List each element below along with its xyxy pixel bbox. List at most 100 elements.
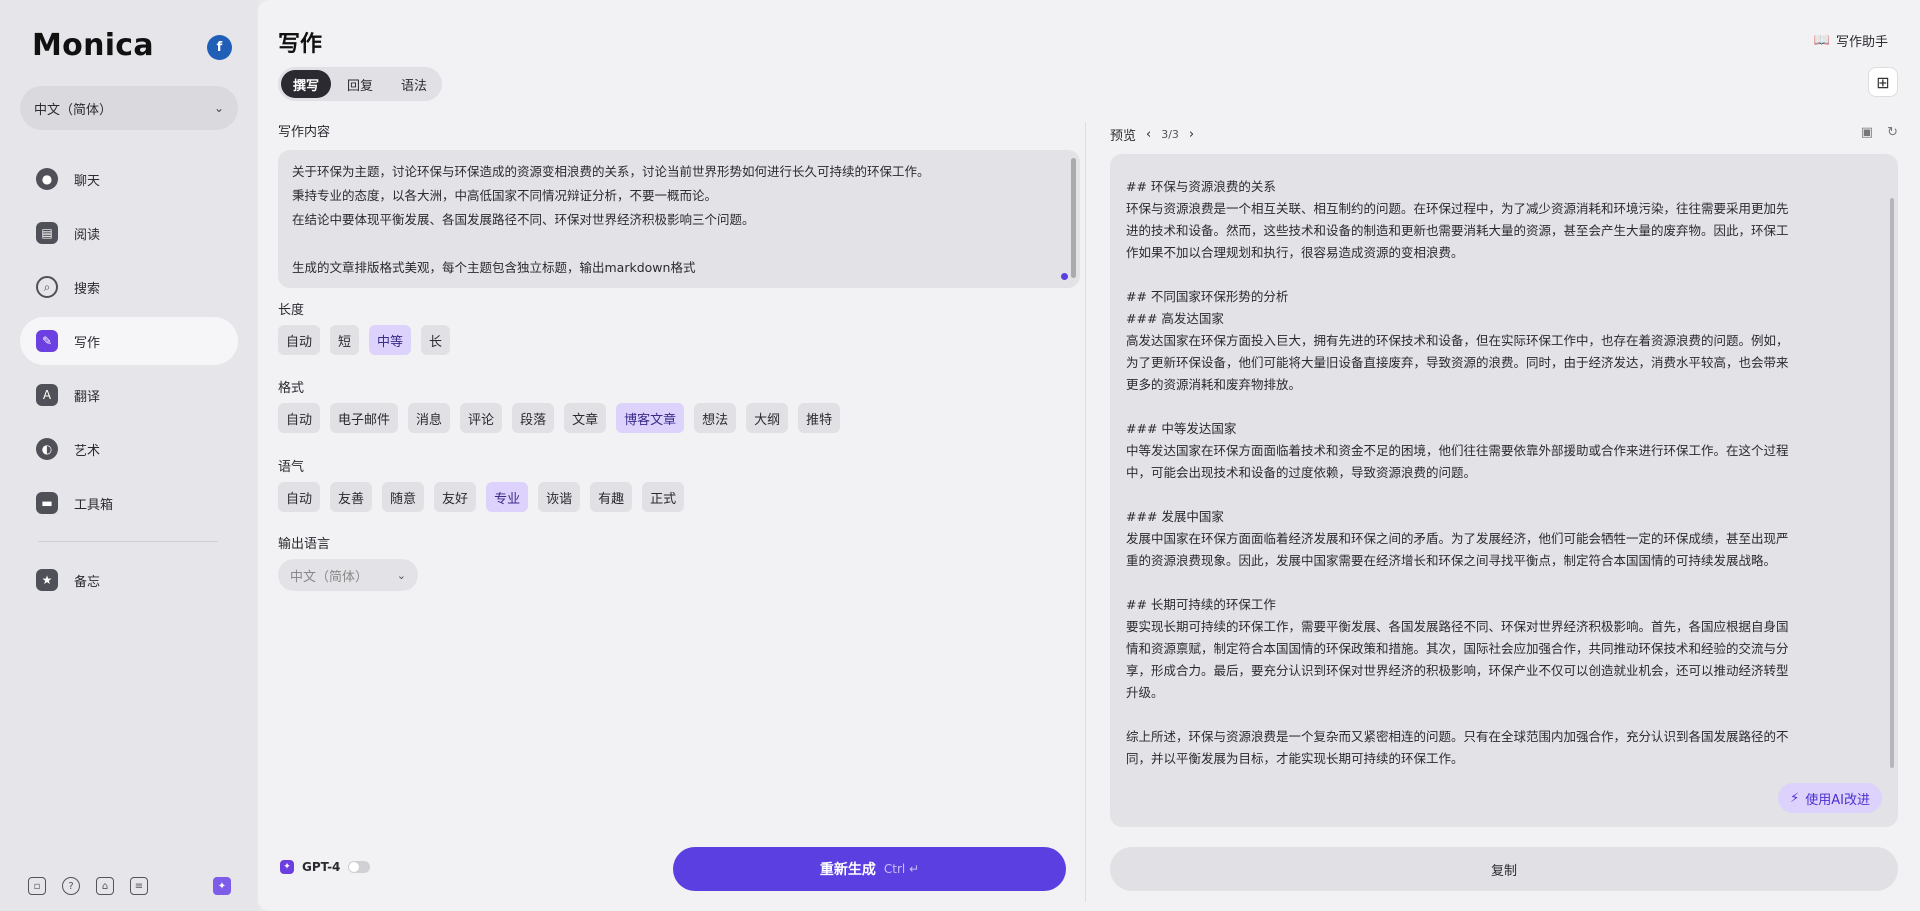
sidebar-item-label: 备忘 xyxy=(74,574,101,590)
tone-kind[interactable]: 友善 xyxy=(330,482,373,512)
tone-formal[interactable]: 正式 xyxy=(642,482,685,512)
format-blog-post[interactable]: 博客文章 xyxy=(616,403,685,433)
sidebar-nav: ● 聊天 ▤ 阅读 ⌕ 搜索 ✎ 写作 A 翻译 ◐ 艺术 ▬ 工具箱 ★ 备忘 xyxy=(20,155,238,610)
format-outline[interactable]: 大纲 xyxy=(746,403,789,433)
save-icon[interactable]: ▣ xyxy=(1861,125,1873,140)
length-medium[interactable]: 中等 xyxy=(369,325,412,355)
tone-auto[interactable]: 自动 xyxy=(278,482,321,512)
sidebar-item-chat[interactable]: ● 聊天 xyxy=(20,155,238,203)
sidebar-item-memo[interactable]: ★ 备忘 xyxy=(20,556,238,604)
sidebar-footer: ▫ ? ⌂ ≡ xyxy=(28,877,148,895)
format-comment[interactable]: 评论 xyxy=(460,403,503,433)
preview-line: 重的资源浪费现象。因此，发展中国家需要在经济增长和环保之间寻找平衡点，制定符合本… xyxy=(1126,553,1777,568)
format-email[interactable]: 电子邮件 xyxy=(330,403,399,433)
preview-line xyxy=(1126,484,1870,506)
sidebar-item-toolbox[interactable]: ▬ 工具箱 xyxy=(20,479,238,527)
preview-line: 要实现长期可持续的环保工作，需要平衡发展、各国发展路径不同、环保对世界经济积极影… xyxy=(1126,619,1789,634)
lightning-icon: ⚡ xyxy=(1790,790,1800,806)
home-icon[interactable]: ⌂ xyxy=(96,877,114,895)
tone-casual[interactable]: 随意 xyxy=(382,482,425,512)
preview-line: 情和资源禀赋，制定符合本国国情的环保政策和措施。其次，国际社会应加强合作，共同推… xyxy=(1126,641,1789,656)
content-scrollbar[interactable] xyxy=(1071,158,1076,278)
tone-witty[interactable]: 诙谐 xyxy=(538,482,581,512)
sidebar-item-label: 阅读 xyxy=(74,227,101,243)
copy-button[interactable]: 复制 xyxy=(1110,847,1898,891)
preview-line: ### 中等发达国家 xyxy=(1126,421,1237,436)
preview-line: ## 环保与资源浪费的关系 xyxy=(1126,179,1276,194)
format-label: 格式 xyxy=(278,381,305,396)
chat-icon: ● xyxy=(36,168,58,190)
model-label: GPT-4 xyxy=(302,860,341,874)
refresh-icon[interactable]: ↻ xyxy=(1887,125,1898,140)
output-lang-select[interactable]: 中文（简体） ⌄ xyxy=(278,559,418,591)
translate-icon: A xyxy=(36,384,58,406)
preview-line: ## 长期可持续的环保工作 xyxy=(1126,597,1276,612)
length-long[interactable]: 长 xyxy=(421,325,451,355)
content-label: 写作内容 xyxy=(278,125,331,140)
preview-line: 环保与资源浪费是一个相互关联、相互制约的问题。在环保过程中，为了减少资源消耗和环… xyxy=(1126,201,1789,216)
chevron-right-icon[interactable]: › xyxy=(1189,127,1194,142)
writing-assistant-label: 写作助手 xyxy=(1835,35,1888,50)
toolbox-icon: ▬ xyxy=(36,492,58,514)
sidebar-item-label: 翻译 xyxy=(74,389,101,405)
tab-reply[interactable]: 回复 xyxy=(335,70,385,98)
chevron-left-icon[interactable]: ‹ xyxy=(1146,127,1151,142)
sidebar-item-translate[interactable]: A 翻译 xyxy=(20,371,238,419)
preview-line xyxy=(1126,572,1870,594)
length-short[interactable]: 短 xyxy=(330,325,360,355)
sidebar-item-label: 艺术 xyxy=(74,443,101,459)
language-select-value: 中文（简体） xyxy=(34,102,113,118)
tone-friendly[interactable]: 友好 xyxy=(434,482,477,512)
preview-line xyxy=(1126,704,1870,726)
main-panel: 写作 撰写 回复 语法 📖 写作助手 ⊞ 写作内容 关于环保为主题，讨论环保与环… xyxy=(258,0,1920,911)
preview-label: 预览 xyxy=(1110,129,1137,144)
apps-grid-button[interactable]: ⊞ xyxy=(1868,67,1898,97)
sidebar-item-art[interactable]: ◐ 艺术 xyxy=(20,425,238,473)
content-line xyxy=(292,232,1066,256)
format-tweet[interactable]: 推特 xyxy=(798,403,841,433)
preview-scrollbar[interactable] xyxy=(1890,198,1894,768)
format-message[interactable]: 消息 xyxy=(408,403,451,433)
status-dot xyxy=(1061,273,1068,280)
format-idea[interactable]: 想法 xyxy=(694,403,737,433)
sidebar-item-write[interactable]: ✎ 写作 xyxy=(20,317,238,365)
preview-pager: 3/3 xyxy=(1161,128,1179,141)
regenerate-label: 重新生成 xyxy=(819,862,876,878)
content-line: 在结论中要体现平衡发展、各国发展路径不同、环保对世界经济积极影响三个问题。 xyxy=(292,212,755,227)
preview-line: 高发达国家在环保方面投入巨大，拥有先进的环保技术和设备，但在实际环保工作中，也存… xyxy=(1126,333,1789,348)
model-icon: ✦ xyxy=(280,860,294,874)
writing-assistant-link[interactable]: 📖 写作助手 xyxy=(1814,31,1888,50)
tone-label: 语气 xyxy=(278,460,305,475)
format-paragraph[interactable]: 段落 xyxy=(512,403,555,433)
format-auto[interactable]: 自动 xyxy=(278,403,321,433)
regenerate-button[interactable]: 重新生成 Ctrl ↵ xyxy=(673,847,1066,891)
preview-line: 升级。 xyxy=(1126,685,1164,700)
content-line: 生成的文章排版格式美观，每个主题包含独立标题，输出markdown格式 xyxy=(292,260,696,275)
sidebar-item-read[interactable]: ▤ 阅读 xyxy=(20,209,238,257)
model-selector[interactable]: ✦ GPT-4 xyxy=(280,860,371,874)
preview-tools: ▣ ↻ xyxy=(1861,125,1898,140)
preview-line: 同，并以平衡发展为目标，才能实现长期可持续的环保工作。 xyxy=(1126,751,1464,766)
mode-tabs: 撰写 回复 语法 xyxy=(278,67,443,101)
length-auto[interactable]: 自动 xyxy=(278,325,321,355)
sidebar-item-search[interactable]: ⌕ 搜索 xyxy=(20,263,238,311)
tone-fun[interactable]: 有趣 xyxy=(590,482,633,512)
panel-divider xyxy=(1085,122,1086,902)
search-icon: ⌕ xyxy=(36,276,58,298)
gift-icon[interactable]: ✦ xyxy=(213,877,231,895)
content-textarea[interactable]: 关于环保为主题，讨论环保与环保造成的资源变相浪费的关系，讨论当前世界形势如何进行… xyxy=(278,150,1080,288)
sidebar-item-label: 写作 xyxy=(74,335,101,351)
help-icon[interactable]: ? xyxy=(62,877,80,895)
account-badge[interactable]: f xyxy=(207,35,232,60)
ai-improve-button[interactable]: ⚡ 使用AI改进 xyxy=(1778,783,1882,813)
output-lang-label: 输出语言 xyxy=(278,537,331,552)
model-toggle[interactable] xyxy=(348,861,371,873)
tab-grammar[interactable]: 语法 xyxy=(389,70,439,98)
language-select[interactable]: 中文（简体） ⌄ xyxy=(20,86,238,130)
tone-professional[interactable]: 专业 xyxy=(486,482,529,512)
devices-icon[interactable]: ▫ xyxy=(28,877,46,895)
notes-icon[interactable]: ≡ xyxy=(130,877,148,895)
format-article[interactable]: 文章 xyxy=(564,403,607,433)
chevron-down-icon: ⌄ xyxy=(396,568,406,582)
tab-compose[interactable]: 撰写 xyxy=(281,70,332,98)
